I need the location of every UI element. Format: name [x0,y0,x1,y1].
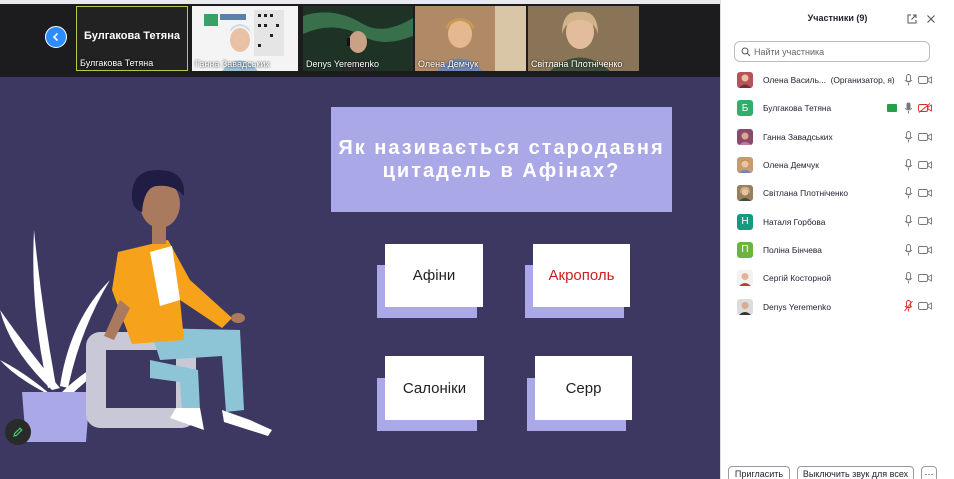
microphone-icon[interactable] [904,215,913,227]
microphone-icon[interactable] [904,187,913,199]
avatar: П [737,241,753,258]
participant-row[interactable]: Світлана Плотніченко [721,179,954,207]
participant-row[interactable]: Б Булгакова Тетяна [721,94,954,122]
avatar-photo [737,270,753,287]
screen-share-indicator [887,104,897,113]
search-icon [741,47,751,57]
pencil-icon [13,427,23,437]
participant-name: Булгакова Тетяна [763,103,832,114]
participant-row[interactable]: Олена Василь... (Организатор, я) [721,66,954,94]
answer-option-4[interactable]: Серр [535,356,632,420]
chevron-left-icon [52,32,59,42]
participant-role: (Организатор, я) [830,75,895,86]
camera-icon[interactable] [918,160,932,170]
zoom-window: Булгакова Тетяна Булгакова Тетяна Ганна … [0,0,954,479]
panel-footer: Пригласить Выключить звук для всех ··· [721,465,954,479]
avatar [737,185,753,202]
thumb-name: Олена Демчук [418,59,479,69]
video-thumb-demchuk[interactable]: Олена Демчук [415,6,526,71]
avatar-photo [737,72,753,89]
thumb-name: Світлана Плотніченко [531,59,623,69]
participant-name-text: Олена Василь... [763,75,826,86]
popout-icon[interactable] [906,13,918,25]
camera-icon[interactable] [918,132,932,142]
answer-option-2[interactable]: Акрополь [533,244,630,307]
meeting-area: Булгакова Тетяна Булгакова Тетяна Ганна … [0,0,720,479]
thumb-name: Denys Yeremenko [306,59,380,69]
video-thumb-bulgakova[interactable]: Булгакова Тетяна Булгакова Тетяна [76,6,188,71]
participant-name: Сергій Косторной [763,273,832,284]
more-options-button[interactable]: ··· [921,466,937,479]
avatar: Б [737,100,753,117]
avatar [737,128,753,145]
thumb-name: Ганна Завадських [195,59,270,69]
close-icon[interactable] [925,13,937,25]
camera-icon[interactable] [918,216,932,226]
video-thumb-zavadskykh[interactable]: Ганна Завадських [192,6,298,71]
participant-name: Олена Демчук [763,160,819,171]
camera-icon[interactable] [918,188,932,198]
microphone-icon[interactable] [904,130,913,143]
thumb-big-name: Булгакова Тетяна [83,30,180,42]
thumb-name: Булгакова Тетяна [80,58,154,68]
avatar-photo [737,157,753,174]
microphone-icon[interactable] [904,243,913,256]
question-card: Як називається стародавня цитадель в Афі… [331,107,672,212]
participant-row[interactable]: Олена Демчук [721,151,954,179]
participant-name: Олена Василь... (Организатор, я) [763,75,895,85]
search-input[interactable] [754,44,924,59]
participant-search[interactable] [734,41,930,62]
participant-name: Ганна Завадських [763,131,833,142]
camera-icon[interactable] [918,245,932,255]
participant-row[interactable]: Сергій Косторной [721,264,954,292]
question-text: Як називається стародавня цитадель в Афі… [338,136,665,182]
microphone-icon[interactable] [904,102,913,114]
participant-row[interactable]: Н Наталя Горбова [721,207,954,235]
participant-name: Наталя Горбова [763,216,826,227]
microphone-muted-icon[interactable] [904,300,913,312]
avatar [737,270,753,287]
microphone-icon[interactable] [904,272,913,284]
participant-name: Denys Yeremenko [763,301,831,312]
answer-option-3[interactable]: Салоніки [385,356,484,420]
participant-list: Олена Василь... (Организатор, я) Б Булга… [721,66,954,321]
participant-name: Світлана Плотніченко [763,188,849,199]
avatar-photo [737,185,753,202]
video-strip: Булгакова Тетяна Булгакова Тетяна Ганна … [0,4,720,77]
avatar-photo [737,128,753,145]
video-thumb-plotnichenko[interactable]: Світлана Плотніченко [528,6,639,71]
panel-title: Участники (9) [807,13,868,23]
mute-all-button[interactable]: Выключить звук для всех [797,466,914,479]
microphone-icon[interactable] [904,74,913,86]
participant-row[interactable]: Denys Yeremenko [721,292,954,320]
avatar [737,72,753,89]
avatar [737,298,753,315]
participants-panel: Участники (9) Олена Василь... (Организат… [720,0,954,479]
video-thumb-yeremenko[interactable]: Denys Yeremenko [303,6,413,71]
person-with-plant-illustration [0,170,272,442]
camera-icon[interactable] [918,273,932,283]
invite-button[interactable]: Пригласить [728,466,790,479]
annotate-button[interactable] [5,419,31,445]
participant-row[interactable]: П Поліна Бінчева [721,236,954,264]
avatar-photo [737,298,753,315]
camera-icon[interactable] [918,75,932,85]
strip-back-button[interactable] [45,26,67,48]
participant-name: Поліна Бінчева [763,244,822,255]
avatar: Н [737,213,753,230]
camera-off-icon[interactable] [918,103,932,114]
participant-row[interactable]: Ганна Завадських [721,123,954,151]
microphone-icon[interactable] [904,158,913,171]
avatar [737,157,753,174]
answer-option-1[interactable]: Афіни [385,244,483,307]
camera-icon[interactable] [918,301,932,311]
